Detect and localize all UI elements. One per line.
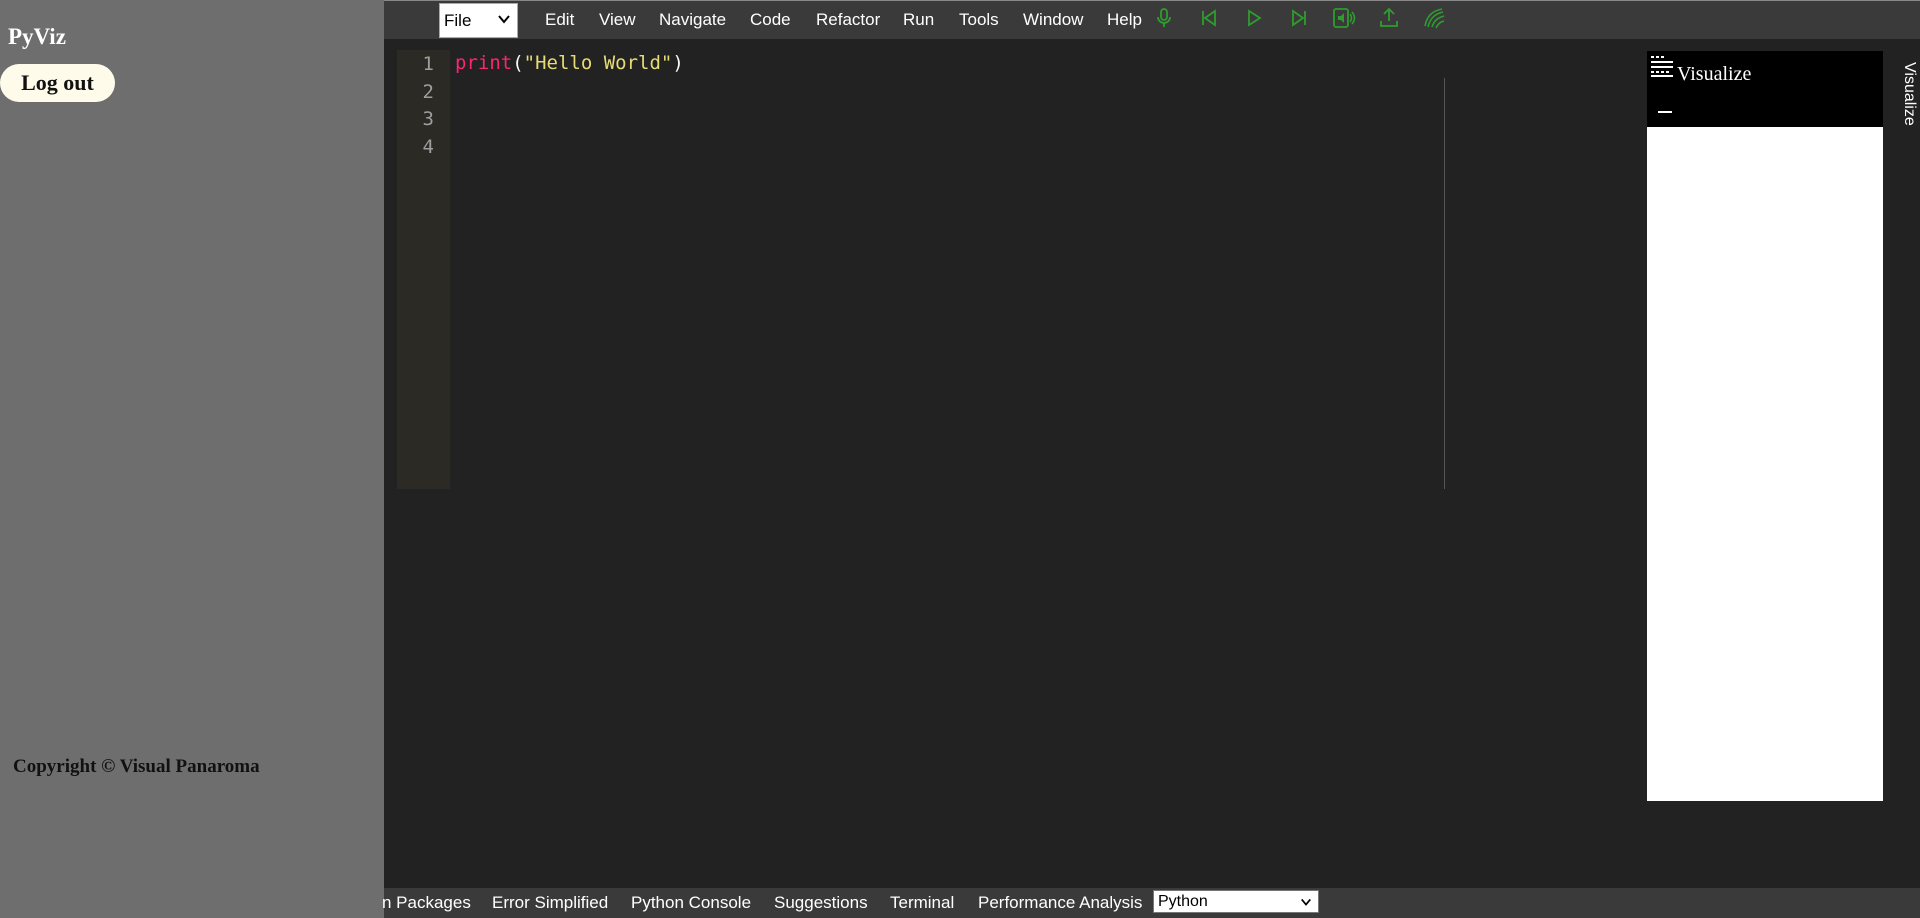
menu-code[interactable]: Code xyxy=(750,10,791,30)
file-select[interactable]: File xyxy=(439,3,518,38)
copyright-text: Copyright © Visual Panaroma xyxy=(13,756,260,777)
tab-error-simplified[interactable]: Error Simplified xyxy=(492,893,608,913)
tab-performance-analysis[interactable]: Performance Analysis xyxy=(978,893,1142,913)
tab-python-console[interactable]: Python Console xyxy=(631,893,751,913)
skip-forward-icon[interactable] xyxy=(1287,6,1311,30)
language-select[interactable]: Python xyxy=(1153,890,1319,913)
tab-packages[interactable]: n Packages xyxy=(382,893,471,913)
line-number-gutter: 1 2 3 4 xyxy=(397,50,450,489)
menu-edit[interactable]: Edit xyxy=(545,10,574,30)
code-paren-open: ( xyxy=(512,52,524,74)
code-string: "Hello World" xyxy=(523,52,673,74)
list-icon[interactable] xyxy=(1650,54,1674,78)
language-select-value: Python xyxy=(1158,892,1208,910)
ide-main: File Edit View Navigate Code Refactor Ru… xyxy=(382,0,1920,918)
bottom-tab-bar: n Packages Error Simplified Python Conso… xyxy=(382,888,1920,918)
tab-terminal[interactable]: Terminal xyxy=(890,893,954,913)
menu-tools[interactable]: Tools xyxy=(959,10,999,30)
skip-back-icon[interactable] xyxy=(1197,6,1221,30)
chevron-down-icon xyxy=(498,15,510,24)
app-title: PyViz xyxy=(8,24,66,49)
visualize-header: Visualize xyxy=(1647,51,1883,127)
line-number: 1 xyxy=(422,53,434,75)
code-keyword: print xyxy=(455,52,513,74)
menu-refactor[interactable]: Refactor xyxy=(816,10,880,30)
visualize-title: Visualize xyxy=(1677,63,1752,85)
microphone-icon[interactable] xyxy=(1152,6,1176,30)
chevron-down-icon xyxy=(1301,898,1311,906)
line-number: 3 xyxy=(422,108,434,130)
upload-icon[interactable] xyxy=(1377,6,1401,30)
line-number: 4 xyxy=(422,136,434,158)
wave-icon[interactable] xyxy=(1422,6,1446,30)
file-select-value: File xyxy=(444,10,472,30)
code-paren-close: ) xyxy=(672,52,684,74)
menu-bar: File Edit View Navigate Code Refactor Ru… xyxy=(384,0,1920,39)
menu-run[interactable]: Run xyxy=(903,10,934,30)
tab-suggestions[interactable]: Suggestions xyxy=(774,893,868,913)
logout-button[interactable]: Log out xyxy=(0,64,115,102)
minimize-icon[interactable] xyxy=(1658,111,1672,113)
code-editor-line[interactable]: print("Hello World") xyxy=(455,52,684,74)
line-number: 2 xyxy=(422,81,434,103)
menu-navigate[interactable]: Navigate xyxy=(659,10,726,30)
sidebar: PyViz Log out Copyright © Visual Panarom… xyxy=(0,0,384,918)
menu-window[interactable]: Window xyxy=(1023,10,1083,30)
play-icon[interactable] xyxy=(1242,6,1266,30)
menu-view[interactable]: View xyxy=(599,10,636,30)
visualize-panel: Visualize xyxy=(1647,51,1883,801)
menu-help[interactable]: Help xyxy=(1107,10,1142,30)
visualize-side-tab[interactable]: Visualize xyxy=(1896,62,1918,146)
print-margin-line xyxy=(1444,78,1445,489)
speaker-icon[interactable] xyxy=(1332,6,1356,30)
